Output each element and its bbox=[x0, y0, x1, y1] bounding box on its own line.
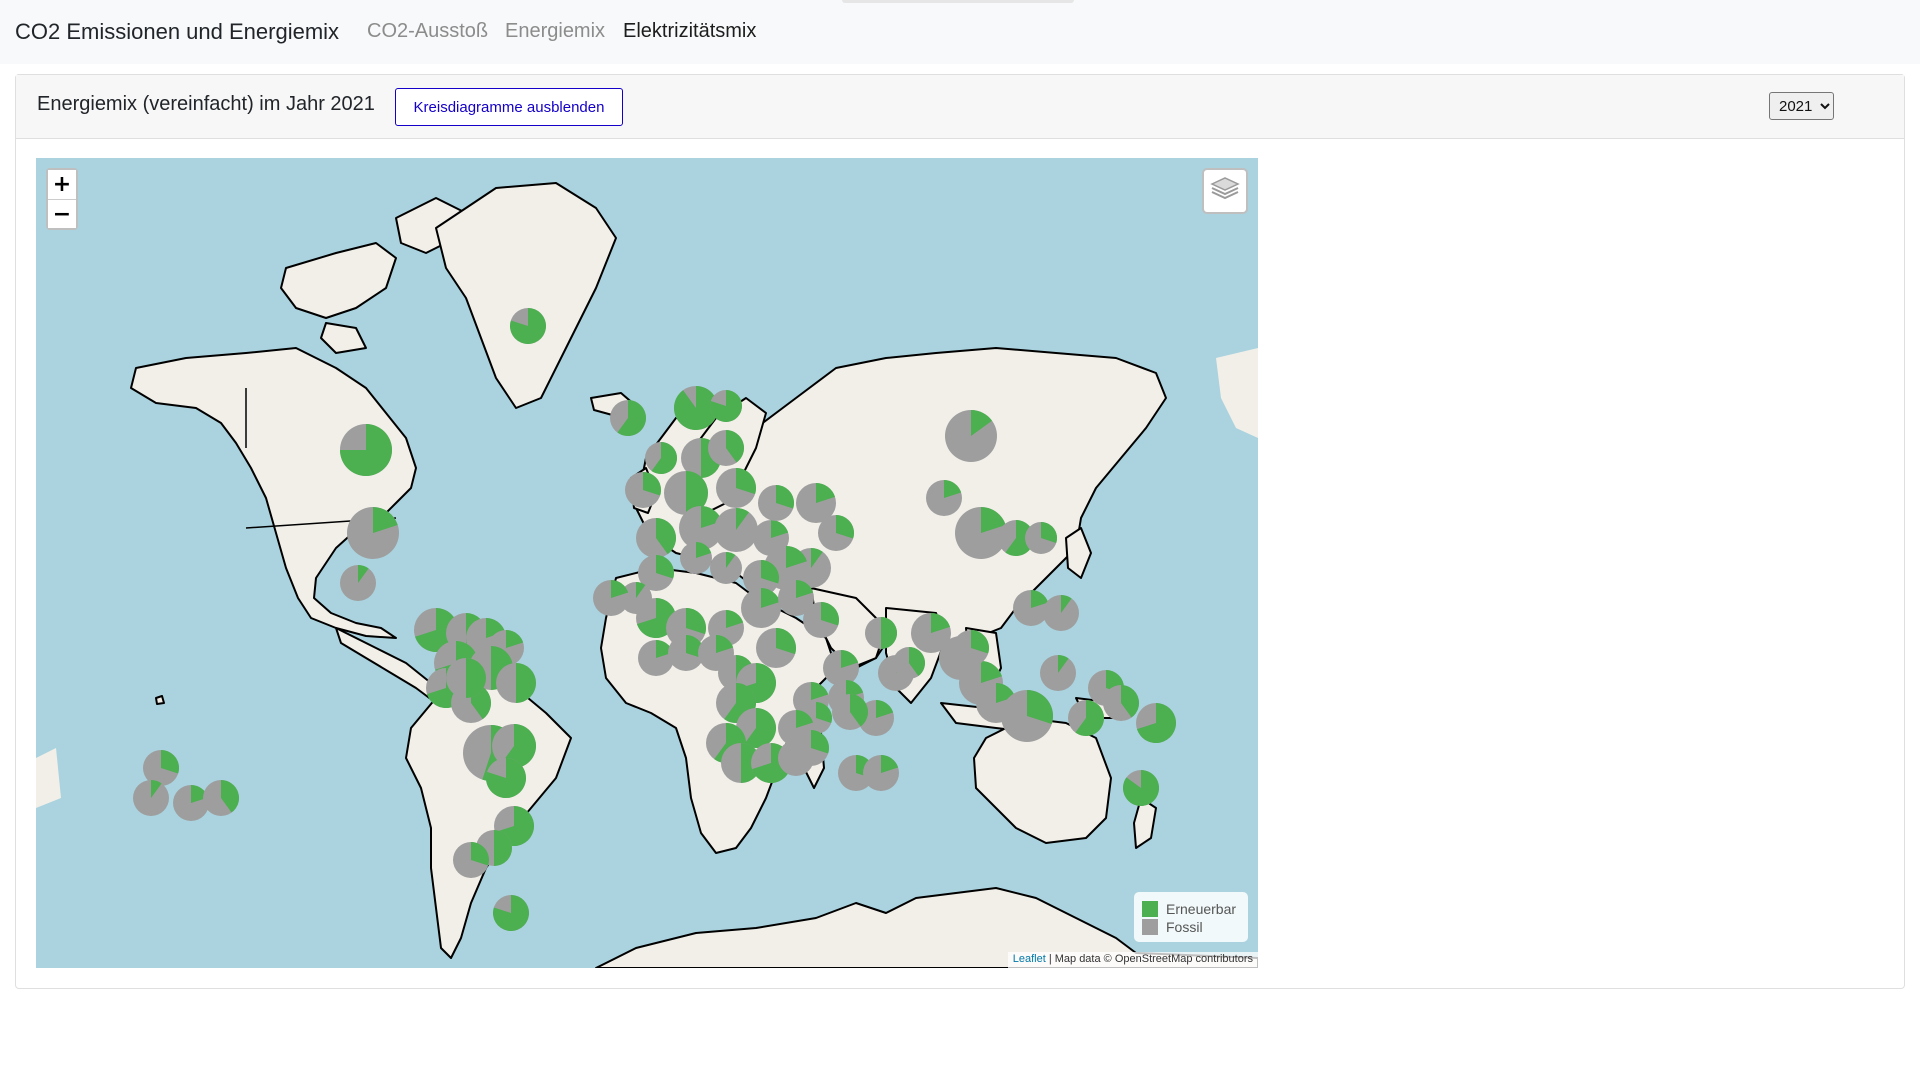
legend-row-fossil: Fossil bbox=[1142, 918, 1240, 936]
country-pie-marker[interactable] bbox=[803, 602, 840, 638]
country-pie-marker[interactable] bbox=[510, 308, 546, 344]
country-pie-marker[interactable] bbox=[758, 485, 794, 521]
pie-charts-layer bbox=[133, 308, 1176, 932]
country-pie-marker[interactable] bbox=[823, 650, 859, 686]
country-pie-marker[interactable] bbox=[1068, 700, 1105, 736]
zoom-control: + − bbox=[46, 168, 78, 230]
navbar-brand[interactable]: CO2 Emissionen und Energiemix bbox=[15, 19, 339, 45]
country-pie-marker[interactable] bbox=[945, 410, 997, 462]
year-select[interactable]: 2021 bbox=[1769, 92, 1834, 120]
legend-row-renewable: Erneuerbar bbox=[1142, 900, 1240, 918]
country-pie-marker[interactable] bbox=[953, 630, 990, 666]
window-grab-bar bbox=[842, 0, 1074, 3]
country-pie-marker[interactable] bbox=[340, 565, 376, 601]
country-pie-marker[interactable] bbox=[638, 640, 674, 676]
country-pie-marker[interactable] bbox=[793, 730, 829, 766]
attribution-text: | Map data © OpenStreetMap contributors bbox=[1045, 953, 1253, 965]
country-pie-marker[interactable] bbox=[1123, 770, 1160, 807]
country-pie-marker[interactable] bbox=[865, 617, 897, 649]
country-pie-marker[interactable] bbox=[203, 780, 240, 816]
country-pie-marker[interactable] bbox=[680, 542, 712, 574]
country-pie-marker[interactable] bbox=[636, 518, 676, 558]
country-pie-marker[interactable] bbox=[714, 508, 758, 552]
country-pie-marker[interactable] bbox=[593, 580, 629, 616]
country-pie-marker[interactable] bbox=[756, 628, 796, 668]
country-pie-marker[interactable] bbox=[716, 468, 756, 508]
country-pie-marker[interactable] bbox=[893, 647, 925, 679]
country-pie-marker[interactable] bbox=[1103, 685, 1139, 721]
country-pie-marker[interactable] bbox=[832, 694, 868, 730]
country-pie-marker[interactable] bbox=[710, 552, 742, 584]
map-attribution: Leaflet | Map data © OpenStreetMap contr… bbox=[1007, 952, 1258, 968]
country-pie-marker[interactable] bbox=[625, 472, 661, 508]
nav-link-co2[interactable]: CO2-Ausstoß bbox=[367, 20, 488, 43]
country-pie-marker[interactable] bbox=[133, 780, 169, 816]
legend-swatch-fossil bbox=[1142, 919, 1158, 935]
card-title: Energiemix (vereinfacht) im Jahr 2021 bbox=[37, 93, 375, 115]
country-pie-marker[interactable] bbox=[1001, 690, 1053, 742]
navbar: CO2 Emissionen und Energiemix CO2-Aussto… bbox=[0, 0, 1920, 64]
country-pie-marker[interactable] bbox=[818, 515, 855, 551]
country-pie-marker[interactable] bbox=[493, 895, 529, 932]
country-pie-marker[interactable] bbox=[1136, 703, 1176, 743]
country-pie-marker[interactable] bbox=[446, 658, 486, 698]
legend-label-fossil: Fossil bbox=[1166, 919, 1203, 935]
nav-link-energiemix[interactable]: Energiemix bbox=[505, 20, 605, 43]
leaflet-link[interactable]: Leaflet bbox=[1013, 953, 1046, 965]
legend-swatch-renewable bbox=[1142, 901, 1158, 917]
legend-label-renewable: Erneuerbar bbox=[1166, 901, 1237, 917]
pie-slice-renewable bbox=[881, 617, 897, 649]
country-pie-marker[interactable] bbox=[863, 755, 899, 791]
country-pie-marker[interactable] bbox=[340, 424, 392, 476]
country-pie-marker[interactable] bbox=[741, 588, 781, 628]
country-pie-marker[interactable] bbox=[453, 842, 489, 878]
country-pie-marker[interactable] bbox=[347, 507, 399, 559]
country-pie-marker[interactable] bbox=[1043, 595, 1079, 631]
nav-link-elektrizitaetsmix[interactable]: Elektrizitätsmix bbox=[623, 20, 756, 43]
country-pie-marker[interactable] bbox=[708, 429, 745, 466]
world-map[interactable]: + − Erneuerbar Fossil Leaflet | Map data… bbox=[36, 158, 1258, 968]
country-pie-marker[interactable] bbox=[1013, 590, 1049, 626]
country-pie-marker[interactable] bbox=[709, 390, 742, 422]
layers-icon[interactable] bbox=[1202, 168, 1248, 214]
toggle-pie-charts-button[interactable]: Kreisdiagramme ausblenden bbox=[395, 88, 623, 126]
card-header: Energiemix (vereinfacht) im Jahr 2021 Kr… bbox=[16, 75, 1904, 139]
country-pie-marker[interactable] bbox=[1040, 655, 1076, 691]
zoom-in-button[interactable]: + bbox=[48, 170, 76, 199]
country-pie-marker[interactable] bbox=[610, 400, 646, 436]
country-pie-marker[interactable] bbox=[1025, 522, 1057, 554]
country-pie-marker[interactable] bbox=[173, 785, 209, 821]
country-pie-marker[interactable] bbox=[645, 442, 677, 474]
map-legend: Erneuerbar Fossil bbox=[1134, 892, 1248, 942]
zoom-out-button[interactable]: − bbox=[48, 199, 76, 228]
layers-glyph bbox=[1210, 177, 1240, 200]
country-pie-marker[interactable] bbox=[486, 758, 526, 798]
pie-slice-renewable bbox=[516, 663, 536, 703]
country-pie-marker[interactable] bbox=[926, 480, 962, 516]
country-pie-marker[interactable] bbox=[496, 663, 536, 703]
